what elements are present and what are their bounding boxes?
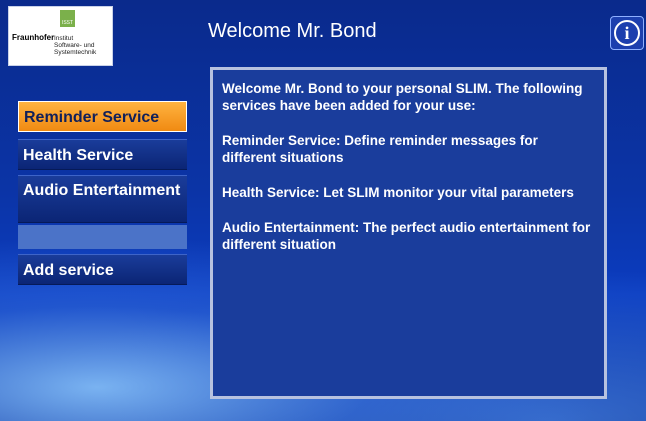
nav-item-add-service[interactable]: Add service (18, 254, 187, 285)
reminder-service-description: Reminder Service: Define reminder messag… (222, 133, 538, 165)
audio-entertainment-description: Audio Entertainment: The perfect audio e… (222, 220, 591, 252)
nav-item-empty-slot (18, 225, 187, 249)
app-screen: ISST Fraunhofer Institut Software- und S… (0, 0, 646, 421)
page-title: Welcome Mr. Bond (208, 20, 377, 42)
nav-item-label: Add service (23, 262, 114, 279)
nav-item-reminder-service[interactable]: Reminder Service (18, 101, 187, 132)
nav-item-audio-entertainment[interactable]: Audio Entertainment (18, 175, 187, 223)
fraunhofer-logo: ISST Fraunhofer Institut Software- und S… (8, 6, 113, 66)
nav-item-label: Reminder Service (24, 109, 160, 126)
nav-item-health-service[interactable]: Health Service (18, 139, 187, 170)
welcome-message-panel: Welcome Mr. Bond to your personal SLIM. … (210, 67, 607, 399)
nav-item-label: Audio Entertainment (23, 182, 181, 199)
isst-logo-badge: ISST (60, 10, 75, 27)
nav-item-label: Health Service (23, 147, 134, 164)
logo-institute: Institut Software- und Systemtechnik (54, 35, 97, 56)
info-button[interactable]: i (610, 16, 644, 50)
welcome-paragraph: Welcome Mr. Bond to your personal SLIM. … (222, 81, 583, 113)
info-icon: i (614, 20, 640, 46)
health-service-description: Health Service: Let SLIM monitor your vi… (222, 185, 574, 200)
logo-brand: Fraunhofer (12, 33, 55, 42)
